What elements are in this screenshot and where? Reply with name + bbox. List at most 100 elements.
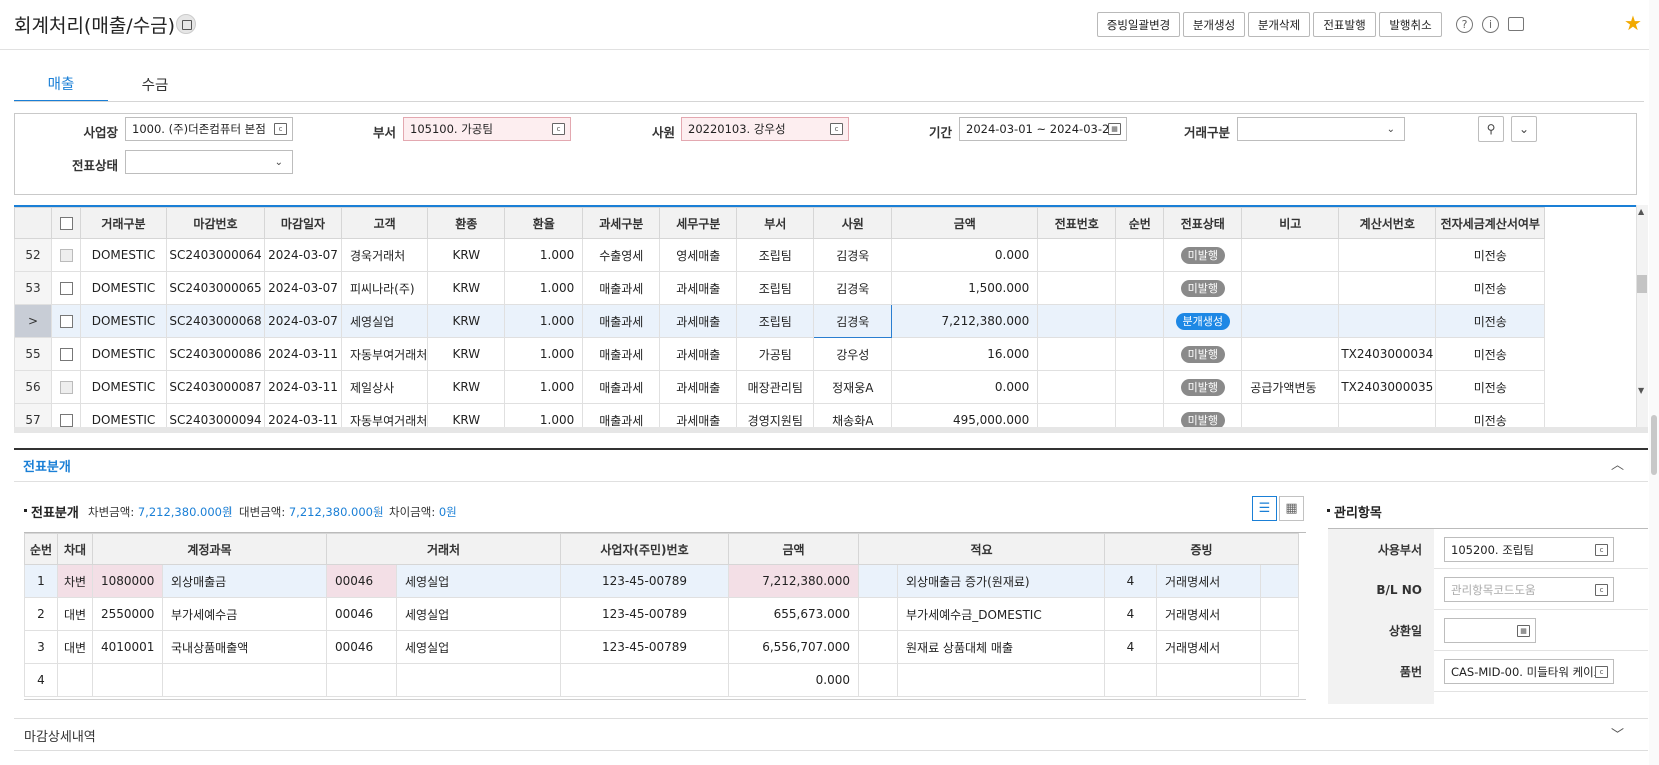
cell-currency[interactable]: KRW <box>427 271 506 305</box>
cell-etax[interactable]: 미전송 <box>1435 370 1546 404</box>
voucher-status-select[interactable]: ⌄ <box>125 150 293 174</box>
code-help-icon[interactable]: c <box>1595 666 1608 678</box>
cell-rate[interactable]: 1.000 <box>504 337 584 371</box>
item-no-field[interactable]: CAS-MID-00. 미들타워 케이스 c <box>1444 659 1614 684</box>
cell-rate[interactable]: 1.000 <box>504 238 584 272</box>
row-checkbox[interactable] <box>59 249 73 262</box>
calendar-icon[interactable]: ▦ <box>1108 123 1121 135</box>
cell-vno[interactable] <box>1037 238 1117 272</box>
cell-rate[interactable]: 1.000 <box>504 370 584 404</box>
code-help-icon[interactable]: c <box>1595 544 1608 556</box>
column-header[interactable]: 전표상태 <box>1163 207 1243 239</box>
star-icon[interactable]: ★ <box>1624 12 1642 34</box>
cell-ev-code[interactable]: 4 <box>1104 630 1157 664</box>
cell-seq[interactable] <box>1115 370 1165 404</box>
scroll-down-icon[interactable]: ▼ <box>1638 386 1644 395</box>
page-scrollbar[interactable] <box>1649 0 1659 765</box>
cell-tax[interactable]: 수출영세 <box>582 238 661 272</box>
table-row[interactable]: 55 DOMESTIC SC2403000086 2024-03-11 자동부여거래처 K… <box>14 337 1546 371</box>
cell-memo-pad[interactable] <box>858 663 898 697</box>
cell-emp[interactable]: 채송화A <box>813 403 893 427</box>
row-select-cell[interactable] <box>51 403 81 427</box>
cell-note[interactable] <box>1241 238 1340 272</box>
cell-taxtype[interactable]: 과세매출 <box>659 337 738 371</box>
cell-ev-code[interactable] <box>1104 663 1157 697</box>
cell-seq[interactable] <box>1115 271 1165 305</box>
info-icon[interactable]: i <box>1482 16 1499 33</box>
column-header[interactable]: 계정과목 <box>92 533 327 565</box>
column-header[interactable]: 환종 <box>427 207 506 239</box>
closing-detail-section[interactable] <box>14 718 1648 751</box>
column-header[interactable]: 사업자(주민)번호 <box>560 533 729 565</box>
column-header[interactable]: 금액 <box>728 533 859 565</box>
tab-sales[interactable]: 매출 <box>14 66 108 102</box>
cell-vendor-code[interactable]: 00046 <box>326 630 397 664</box>
row-checkbox[interactable] <box>59 414 73 427</box>
row-select-cell[interactable] <box>51 370 81 404</box>
cell-trade[interactable]: DOMESTIC <box>80 271 167 305</box>
list-view-button[interactable]: ☰ <box>1252 496 1277 521</box>
select-all-header[interactable] <box>51 207 81 239</box>
cell-vno[interactable] <box>1037 304 1117 338</box>
cell-biz-no[interactable]: 123-45-00789 <box>560 630 729 664</box>
cell-dc[interactable] <box>57 663 93 697</box>
cell-amount[interactable]: 655,673.000 <box>728 597 859 631</box>
cell-dept[interactable]: 조립팀 <box>736 304 815 338</box>
cell-date[interactable]: 2024-03-11 <box>264 337 342 371</box>
cell-close_no[interactable]: SC2403000094 <box>166 403 265 427</box>
cell-amount[interactable]: 16.000 <box>891 337 1039 371</box>
journal-row[interactable]: 1 차변 1080000 외상매출금 00046 세영실업 123-45-00789 7,21… <box>24 564 1299 598</box>
column-header[interactable]: 금액 <box>891 207 1039 239</box>
cell-ev-pad[interactable] <box>1260 630 1299 664</box>
cell-close_no[interactable]: SC2403000064 <box>166 238 265 272</box>
cell-acct-code[interactable]: 4010001 <box>92 630 163 664</box>
cell-customer[interactable]: 자동부여거래처 <box>340 337 429 371</box>
use-dept-field[interactable]: 105200. 조립팀 c <box>1444 537 1614 562</box>
cell-close_no[interactable]: SC2403000087 <box>166 370 265 404</box>
cell-emp[interactable]: 김경욱 <box>813 271 893 305</box>
cell-etax[interactable]: 미전송 <box>1435 337 1546 371</box>
row-select-cell[interactable] <box>51 271 81 305</box>
cell-currency[interactable]: KRW <box>427 238 506 272</box>
cell-biz-no[interactable]: 123-45-00789 <box>560 597 729 631</box>
cell-dc[interactable]: 대변 <box>57 597 93 631</box>
cell-note[interactable] <box>1241 304 1340 338</box>
cell-memo-pad[interactable] <box>858 564 898 598</box>
cell-tax[interactable]: 매출과세 <box>582 370 661 404</box>
cell-trade[interactable]: DOMESTIC <box>80 238 167 272</box>
dept-field[interactable]: 105100. 가공팀 c <box>403 117 571 141</box>
cell-close_no[interactable]: SC2403000068 <box>166 304 265 338</box>
column-header[interactable]: 고객 <box>340 207 429 239</box>
row-checkbox[interactable] <box>59 348 73 361</box>
column-header[interactable]: 마감일자 <box>264 207 342 239</box>
bulk-evidence-change-button[interactable]: 증빙일괄변경 <box>1097 12 1180 37</box>
grid-view-button[interactable]: ▦ <box>1279 496 1304 521</box>
cell-date[interactable]: 2024-03-07 <box>264 271 342 305</box>
cell-vno[interactable] <box>1037 271 1117 305</box>
status-cell[interactable]: 미발행 <box>1163 403 1243 427</box>
select-all-checkbox[interactable] <box>59 217 73 230</box>
cell-currency[interactable]: KRW <box>427 370 506 404</box>
cell-customer[interactable]: 피씨나라(주) <box>340 271 429 305</box>
cell-vendor-name[interactable]: 세영실업 <box>396 597 561 631</box>
cell-emp[interactable]: 강우성 <box>813 337 893 371</box>
cell-biz-no[interactable]: 123-45-00789 <box>560 564 729 598</box>
cell-rate[interactable]: 1.000 <box>504 271 584 305</box>
status-cell[interactable]: 미발행 <box>1163 271 1243 305</box>
cell-inv[interactable] <box>1338 271 1437 305</box>
cell-amount[interactable]: 0.000 <box>891 370 1039 404</box>
cell-taxtype[interactable]: 과세매출 <box>659 403 738 427</box>
cell-dept[interactable]: 조립팀 <box>736 271 815 305</box>
cell-seq[interactable] <box>1115 337 1165 371</box>
status-cell[interactable]: 미발행 <box>1163 370 1243 404</box>
cell-customer[interactable]: 제일상사 <box>340 370 429 404</box>
cell-emp[interactable]: 정재웅A <box>813 370 893 404</box>
cell-date[interactable]: 2024-03-07 <box>264 238 342 272</box>
table-row[interactable]: 56 DOMESTIC SC2403000087 2024-03-11 제일상사 KRW 1… <box>14 370 1546 404</box>
cell-acct-name[interactable]: 국내상품매출액 <box>162 630 327 664</box>
cell-trade[interactable]: DOMESTIC <box>80 370 167 404</box>
code-help-icon[interactable]: c <box>552 123 565 135</box>
cell-vendor-name[interactable]: 세영실업 <box>396 630 561 664</box>
cell-trade[interactable]: DOMESTIC <box>80 304 167 338</box>
cell-tax[interactable]: 매출과세 <box>582 337 661 371</box>
